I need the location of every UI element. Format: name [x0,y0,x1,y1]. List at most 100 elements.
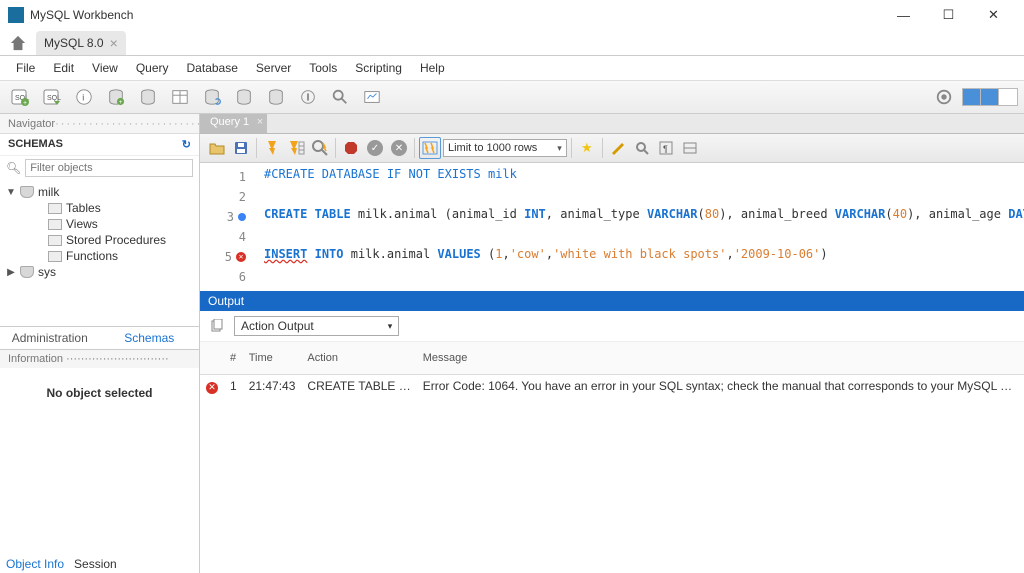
editor-toolbar: ✓ ✕ Limit to 1000 rows ★ ¶ [200,134,1024,163]
menu-query[interactable]: Query [128,59,177,77]
svg-text:i: i [82,93,84,103]
output-copy-icon[interactable] [206,315,228,337]
close-icon[interactable]: × [257,116,263,128]
output-row[interactable]: ✕ 121:47:43CREATE TABLE …Error Code: 106… [200,375,1024,398]
output-type-label: Action Output [241,319,314,333]
error-marker-icon: ✕ [236,252,246,262]
statement-marker-icon [238,213,246,221]
wrap-icon[interactable]: ¶ [655,137,677,159]
col-message[interactable]: Message [417,342,1018,375]
folder-icon [48,219,62,230]
save-icon[interactable] [230,137,252,159]
tab-schemas[interactable]: Schemas [100,327,200,349]
tab-administration[interactable]: Administration [0,327,100,349]
information-body: No object selected [0,368,199,418]
schema-item[interactable]: ▼milk [6,184,195,200]
schemas-header: SCHEMAS ↻ [0,134,199,156]
refresh-icon[interactable]: ↻ [182,138,191,151]
folder-icon [48,251,62,262]
limit-rows-label: Limit to 1000 rows [448,142,537,154]
commit-icon[interactable]: ✓ [364,137,386,159]
execute-icon[interactable] [261,137,283,159]
schema-folder[interactable]: Tables [6,200,195,216]
col-action[interactable]: Action [301,342,416,375]
dots-icon: ····························· [55,118,219,130]
information-header: Information ···························· [0,350,199,368]
thread-icon[interactable] [294,83,322,111]
output-table: # Time Action Message Duration / Fetch ✕… [200,342,1024,398]
menu-database[interactable]: Database [179,59,246,77]
schema-folder[interactable]: Views [6,216,195,232]
dashboard-icon[interactable] [358,83,386,111]
navigator-panel: Navigator ····························· … [0,114,200,573]
main-toolbar: SQL+ SQL i + [0,80,1024,114]
beautify-icon[interactable] [607,137,629,159]
tab-session[interactable]: Session [74,557,117,571]
titlebar: MySQL Workbench — ☐ ✕ [0,0,1024,30]
schema-item[interactable]: ▶sys [6,264,195,280]
menu-help[interactable]: Help [412,59,453,77]
menu-bar: File Edit View Query Database Server Too… [0,56,1024,80]
inspector-icon[interactable]: i [70,83,98,111]
database-icon [20,186,34,198]
error-icon: ✕ [206,382,218,394]
invisible-icon[interactable] [679,137,701,159]
menu-file[interactable]: File [8,59,43,77]
panel-layout-switcher[interactable] [962,88,1018,106]
schemas-label: SCHEMAS [8,138,63,151]
col-num[interactable]: # [224,342,243,375]
schema-folder[interactable]: Stored Procedures [6,232,195,248]
open-icon[interactable] [206,137,228,159]
connection-tab[interactable]: MySQL 8.0 × [36,31,126,55]
query-tab-label: Query 1 [210,116,249,128]
navigator-title: Navigator [8,118,55,130]
execute-current-icon[interactable] [285,137,307,159]
svg-text:¶: ¶ [663,144,668,154]
query-tab[interactable]: Query 1 × [200,114,267,133]
schema-tree[interactable]: ▼milkTablesViewsStored ProceduresFunctio… [0,180,199,326]
autocommit-icon[interactable] [419,137,441,159]
schema-folder[interactable]: Functions [6,248,195,264]
menu-tools[interactable]: Tools [301,59,345,77]
menu-server[interactable]: Server [248,59,299,77]
stop-icon[interactable] [340,137,362,159]
database-icon [20,266,34,278]
output-type-select[interactable]: Action Output [234,316,399,336]
explain-icon[interactable] [309,137,331,159]
db-plus-icon[interactable] [134,83,162,111]
db-sync-icon[interactable] [198,83,226,111]
sql-editor[interactable]: 12345✕6 #CREATE DATABASE IF NOT EXISTS m… [200,163,1024,291]
minimize-button[interactable]: — [881,0,926,30]
window-title: MySQL Workbench [30,8,881,22]
menu-edit[interactable]: Edit [45,59,82,77]
folder-icon [48,235,62,246]
information-title: Information [8,353,63,365]
tab-object-info[interactable]: Object Info [6,557,64,571]
table-icon[interactable] [166,83,194,111]
menu-scripting[interactable]: Scripting [347,59,410,77]
db-icon[interactable]: + [102,83,130,111]
menu-view[interactable]: View [84,59,126,77]
folder-icon [48,203,62,214]
close-button[interactable]: ✕ [971,0,1016,30]
find-icon[interactable] [631,137,653,159]
navigator-tabs: Administration Schemas [0,326,199,349]
limit-rows-select[interactable]: Limit to 1000 rows [443,139,567,157]
col-duration[interactable]: Duration / Fetch [1018,342,1024,375]
open-sql-file-icon[interactable]: SQL [38,83,66,111]
settings-icon[interactable] [930,83,958,111]
svg-text:SQL: SQL [47,95,61,102]
col-time[interactable]: Time [243,342,302,375]
new-sql-tab-icon[interactable]: SQL+ [6,83,34,111]
maximize-button[interactable]: ☐ [926,0,971,30]
db-tool2-icon[interactable] [262,83,290,111]
home-icon[interactable] [4,32,32,54]
favorite-icon[interactable]: ★ [576,137,598,159]
rollback-icon[interactable]: ✕ [388,137,410,159]
close-icon[interactable]: × [110,35,118,51]
col-status[interactable] [200,342,224,375]
db-tool-icon[interactable] [230,83,258,111]
search-icon: 🔍︎ [6,161,21,175]
filter-objects-input[interactable] [25,159,193,177]
search-db-icon[interactable] [326,83,354,111]
